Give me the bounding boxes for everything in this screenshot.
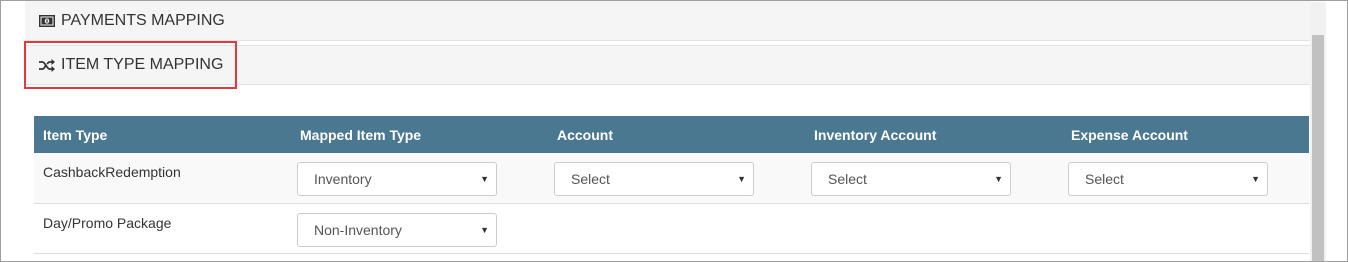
table-row: Day/Promo Package Non-Inventory ▼ — [34, 203, 1309, 253]
payments-mapping-title: PAYMENTS MAPPING — [61, 11, 225, 29]
money-icon — [39, 14, 55, 27]
column-header-item-type: Item Type — [43, 126, 108, 143]
select-value: Non-Inventory — [314, 221, 402, 238]
column-header-inventory-account: Inventory Account — [814, 126, 937, 143]
select-value: Select — [1085, 171, 1124, 187]
table-row: CashbackRedemption Inventory ▼ Select ▼ — [34, 153, 1309, 203]
mapped-item-type-select[interactable]: Inventory ▼ — [297, 162, 497, 196]
select-value: Inventory — [314, 171, 372, 187]
item-type-cell: CashbackRedemption — [43, 164, 181, 180]
caret-down-icon: ▼ — [480, 224, 489, 235]
inventory-account-select[interactable]: Select ▼ — [811, 162, 1011, 196]
item-type-cell: Day/Promo Package — [43, 214, 172, 231]
scrollbar-thumb[interactable] — [1312, 35, 1324, 261]
account-select[interactable]: Select ▼ — [554, 162, 754, 196]
caret-down-icon: ▼ — [737, 174, 746, 184]
column-header-mapped-item-type: Mapped Item Type — [300, 126, 422, 143]
panel-frame: PAYMENTS MAPPING ITEM TYPE MAPPING Item … — [0, 0, 1348, 262]
item-type-table: Item Type Mapped Item Type Account Inven… — [34, 116, 1309, 254]
caret-down-icon: ▼ — [994, 174, 1003, 184]
table-header-row: Item Type Mapped Item Type Account Inven… — [34, 116, 1309, 153]
caret-down-icon: ▼ — [1251, 174, 1260, 184]
column-header-expense-account: Expense Account — [1071, 126, 1188, 143]
expense-account-select[interactable]: Select ▼ — [1068, 162, 1268, 196]
caret-down-icon: ▼ — [480, 174, 489, 184]
mapped-item-type-select[interactable]: Non-Inventory ▼ — [297, 212, 497, 247]
payments-mapping-header[interactable]: PAYMENTS MAPPING — [25, 1, 1310, 41]
highlight-annotation-box — [24, 41, 237, 89]
select-value: Select — [828, 171, 867, 187]
column-header-account: Account — [557, 126, 613, 143]
select-value: Select — [571, 171, 610, 187]
